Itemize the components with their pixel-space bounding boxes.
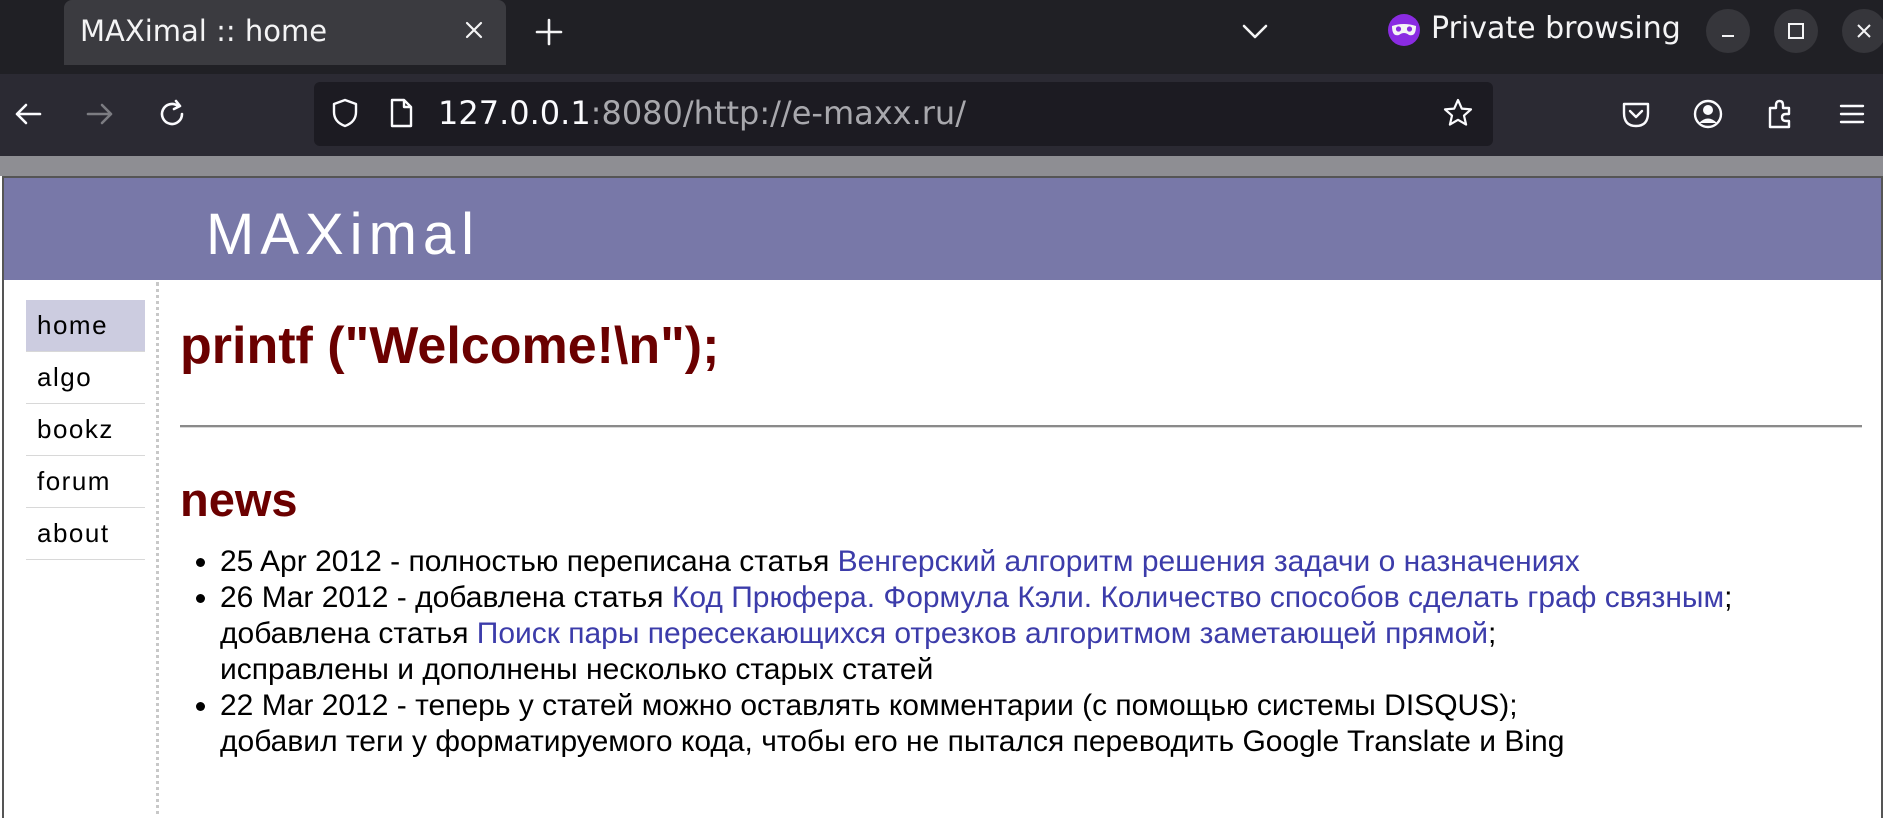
news-link[interactable]: Венгерский алгоритм решения задачи о наз… [838, 545, 1580, 578]
chevron-down-icon[interactable] [1238, 14, 1272, 48]
tab-title: MAXimal :: home [80, 14, 328, 48]
sidebar-menu: home algo bookz forum about [26, 300, 145, 560]
sidebar-item-bookz[interactable]: bookz [26, 404, 145, 456]
horizontal-rule [180, 425, 1862, 428]
sidebar-item-about[interactable]: about [26, 508, 145, 560]
back-arrow-icon[interactable] [10, 96, 46, 132]
minimize-icon [1722, 35, 1734, 37]
forward-arrow-icon[interactable] [82, 96, 118, 132]
news-date: 26 Mar 2012 [220, 581, 389, 614]
hamburger-menu-icon[interactable] [1834, 96, 1870, 132]
url-bar[interactable]: 127.0.0.1:8080/http://e-maxx.ru/ [314, 82, 1493, 146]
window-close-icon [1857, 24, 1871, 38]
news-text: - добавлена статья [388, 581, 672, 614]
sidebar-item-forum[interactable]: forum [26, 456, 145, 508]
page-icon[interactable] [384, 96, 418, 130]
news-item: 26 Mar 2012 - добавлена статья Код Прюфе… [220, 580, 1881, 688]
reload-icon[interactable] [154, 96, 190, 132]
news-list: 25 Apr 2012 - полностью переписана стать… [180, 544, 1881, 760]
maximize-icon [1788, 23, 1804, 39]
tab-bar: MAXimal :: home Private browsing [0, 0, 1883, 74]
shield-icon[interactable] [328, 96, 362, 130]
close-icon[interactable] [462, 18, 486, 42]
sidebar-divider [156, 282, 159, 818]
news-date: 25 Apr 2012 [220, 545, 382, 578]
news-heading: news [180, 473, 298, 526]
news-link[interactable]: Поиск пары пересекающихся отрезков алгор… [477, 617, 1488, 650]
news-date: 22 Mar 2012 [220, 689, 389, 722]
navigation-toolbar: 127.0.0.1:8080/http://e-maxx.ru/ [0, 74, 1883, 156]
sidebar-item-home[interactable]: home [26, 300, 145, 352]
news-text: добавил теги у форматируемого кода, чтоб… [220, 725, 1565, 758]
private-browsing-label: Private browsing [1431, 11, 1681, 46]
news-item: 22 Mar 2012 - теперь у статей можно оста… [220, 688, 1881, 760]
private-mask-icon [1388, 14, 1420, 46]
site-header: MAXimal [4, 178, 1881, 280]
news-punct: ; [1488, 617, 1497, 650]
news-text: - теперь у статей можно оставлять коммен… [388, 689, 1518, 722]
news-text: исправлены и дополнены несколько старых … [220, 653, 934, 686]
maximize-button[interactable] [1774, 9, 1818, 53]
active-tab[interactable]: MAXimal :: home [64, 0, 506, 65]
pocket-icon[interactable] [1618, 96, 1654, 132]
minimize-button[interactable] [1706, 9, 1750, 53]
sidebar-item-algo[interactable]: algo [26, 352, 145, 404]
plus-icon[interactable] [531, 14, 567, 50]
news-item: 25 Apr 2012 - полностью переписана стать… [220, 544, 1881, 580]
extensions-icon[interactable] [1762, 96, 1798, 132]
news-text: добавлена статья [220, 617, 477, 650]
news-text: - полностью переписана статья [381, 545, 838, 578]
web-page: MAXimal home algo bookz forum about prin… [2, 176, 1883, 818]
url-host: 127.0.0.1 [438, 94, 591, 132]
account-icon[interactable] [1690, 96, 1726, 132]
news-link[interactable]: Код Прюфера. Формула Кэли. Количество сп… [672, 581, 1724, 614]
url-path: :8080/http://e-maxx.ru/ [590, 94, 966, 132]
viewport-top-border [0, 156, 1883, 176]
page-title: printf ("Welcome!\n"); [180, 317, 720, 375]
site-title: MAXimal [206, 202, 481, 267]
news-punct: ; [1724, 581, 1733, 614]
url-text[interactable]: 127.0.0.1:8080/http://e-maxx.ru/ [438, 94, 966, 132]
star-icon[interactable] [1441, 96, 1475, 130]
window-close-button[interactable] [1842, 9, 1883, 53]
